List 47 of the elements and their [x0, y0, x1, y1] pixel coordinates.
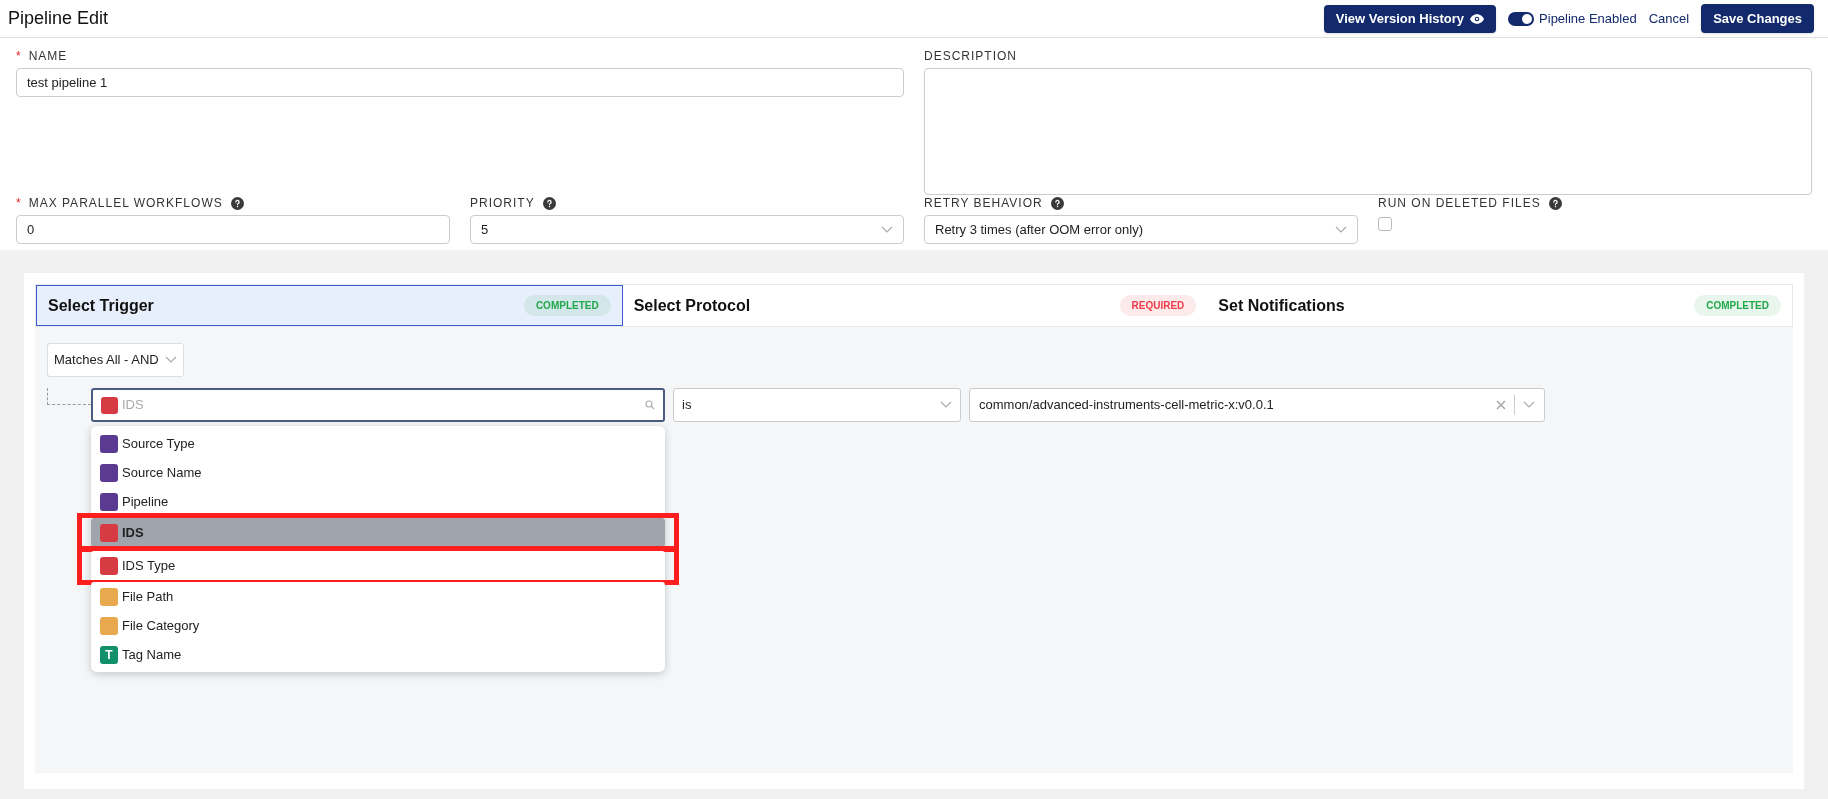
number-input[interactable]: 0 [16, 215, 450, 244]
help-icon [1548, 196, 1562, 210]
required-asterisk: * [16, 48, 21, 65]
page-title: Pipeline Edit [8, 7, 109, 30]
tag-letter-icon: T [100, 645, 118, 664]
eye-icon [1470, 13, 1485, 24]
menu-option[interactable]: Source Name [91, 458, 665, 487]
menu-option[interactable]: File Category [91, 611, 665, 640]
toggle-switch[interactable] [1508, 11, 1535, 26]
search-icon [645, 400, 655, 410]
status-badge: REQUIRED [1119, 295, 1197, 316]
menu-option[interactable]: T Tag Name [91, 640, 665, 669]
view-version-history-button[interactable]: View Version History [1323, 4, 1497, 33]
menu-option[interactable]: Source Type [91, 429, 665, 458]
match-select[interactable]: Matches All - AND [47, 343, 184, 377]
required-asterisk: * [16, 195, 21, 212]
chevron-down-icon [164, 356, 177, 364]
menu-option[interactable]: IDS Type [91, 551, 665, 580]
field-placeholder: IDS [122, 396, 144, 415]
name-input[interactable]: test pipeline 1 [16, 68, 904, 97]
help-icon [1050, 196, 1064, 210]
field-label: DESCRIPTION [924, 48, 1017, 65]
status-badge: COMPLETED [1694, 295, 1781, 316]
step-tab[interactable]: Select Trigger COMPLETED [36, 285, 623, 326]
help-icon [230, 196, 244, 210]
field-label: MAX PARALLEL WORKFLOWS [28, 195, 223, 212]
toggle-label: Pipeline Enabled [1539, 9, 1637, 28]
field-label: PRIORITY [470, 195, 535, 212]
field-label: RUN ON DELETED FILES [1378, 195, 1541, 212]
checkbox[interactable] [1378, 217, 1392, 231]
value-select[interactable]: common/advanced-instruments-cell-metric-x:v0.0.1 [969, 388, 1545, 422]
help-icon [542, 196, 556, 210]
operator-select[interactable]: is [673, 388, 961, 422]
select-field[interactable]: Retry 3 times (after OOM error only) [924, 215, 1358, 244]
chevron-down-icon [1523, 401, 1535, 409]
cancel-link[interactable]: Cancel [1648, 8, 1690, 29]
chevron-down-icon [881, 225, 893, 234]
clear-icon[interactable] [1496, 400, 1506, 410]
field-label: RETRY BEHAVIOR [924, 195, 1043, 212]
menu-option[interactable]: File Path [91, 582, 665, 611]
save-changes-button[interactable]: Save Changes [1701, 4, 1814, 33]
menu-option[interactable]: IDS [91, 518, 665, 547]
chevron-down-icon [1335, 225, 1347, 234]
status-badge: COMPLETED [523, 295, 611, 316]
chevron-down-icon [940, 401, 952, 409]
field-label: NAME [28, 48, 68, 65]
select-field[interactable]: 5 [470, 215, 904, 244]
